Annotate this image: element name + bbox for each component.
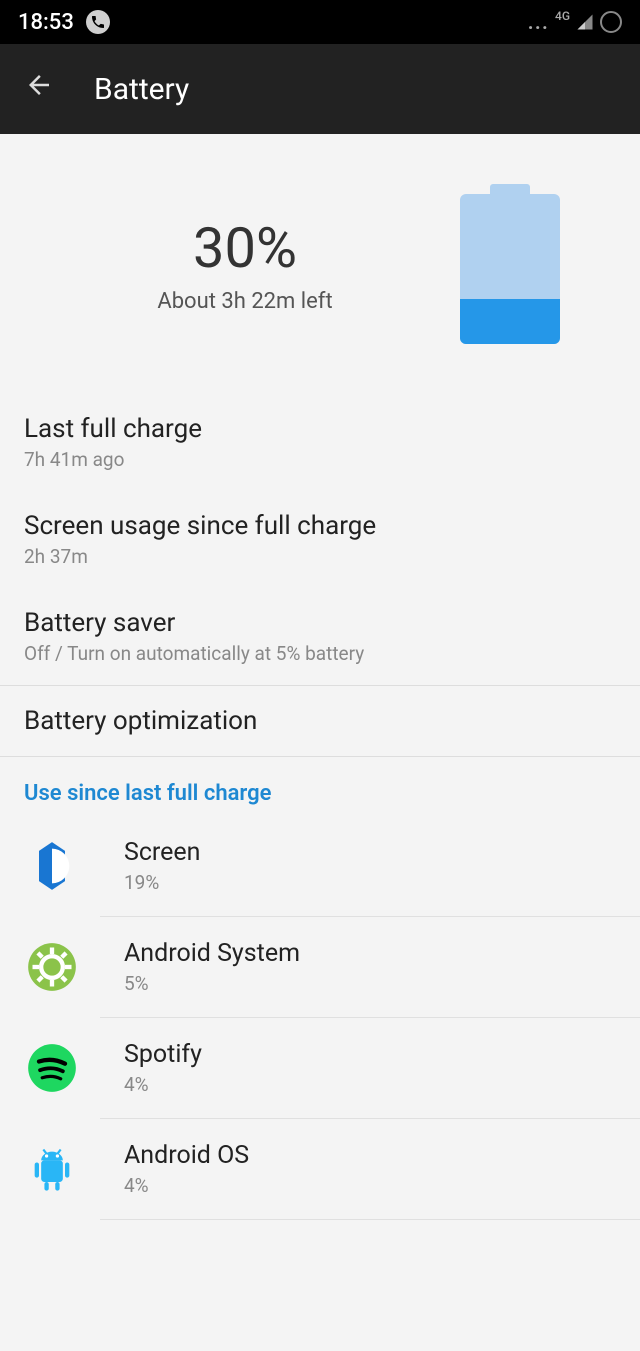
status-bar: 18:53 ... 4G bbox=[0, 0, 640, 44]
usage-percent: 4% bbox=[124, 1174, 249, 1197]
time-remaining: About 3h 22m left bbox=[30, 289, 460, 314]
usage-name: Android OS bbox=[124, 1141, 249, 1170]
usage-item-spotify[interactable]: Spotify 4% bbox=[100, 1018, 640, 1119]
loading-indicator-icon bbox=[600, 11, 622, 33]
android-icon bbox=[24, 1141, 80, 1197]
battery-percentage: 30% bbox=[30, 215, 460, 281]
more-notifications-icon: ... bbox=[528, 10, 549, 35]
usage-item-android-os[interactable]: Android OS 4% bbox=[100, 1119, 640, 1220]
network-type: 4G bbox=[555, 9, 570, 23]
battery-optimization-row[interactable]: Battery optimization bbox=[0, 686, 640, 756]
usage-percent: 19% bbox=[124, 871, 201, 894]
battery-saver-row[interactable]: Battery saver Off / Turn on automaticall… bbox=[0, 588, 640, 685]
row-subtitle: 2h 37m bbox=[24, 545, 616, 568]
usage-percent: 5% bbox=[124, 972, 300, 995]
battery-icon bbox=[460, 184, 560, 344]
row-title: Last full charge bbox=[24, 414, 616, 444]
status-time: 18:53 bbox=[18, 10, 74, 35]
row-subtitle: 7h 41m ago bbox=[24, 448, 616, 471]
app-bar: Battery bbox=[0, 44, 640, 134]
back-button[interactable] bbox=[24, 70, 54, 108]
usage-section-header: Use since last full charge bbox=[0, 757, 640, 816]
usage-list: Screen 19% Android System 5% Spotify 4% bbox=[0, 816, 640, 1220]
system-icon bbox=[24, 939, 80, 995]
screen-usage-row[interactable]: Screen usage since full charge 2h 37m bbox=[0, 491, 640, 588]
usage-name: Spotify bbox=[124, 1040, 202, 1069]
usage-item-android-system[interactable]: Android System 5% bbox=[100, 917, 640, 1018]
whatsapp-notification-icon bbox=[86, 10, 110, 34]
battery-summary: 30% About 3h 22m left bbox=[0, 134, 640, 394]
screen-icon bbox=[24, 838, 80, 894]
row-title: Battery saver bbox=[24, 608, 616, 638]
usage-name: Android System bbox=[124, 939, 300, 968]
spotify-icon bbox=[24, 1040, 80, 1096]
last-full-charge-row[interactable]: Last full charge 7h 41m ago bbox=[0, 394, 640, 491]
row-title: Screen usage since full charge bbox=[24, 511, 616, 541]
usage-name: Screen bbox=[124, 838, 201, 867]
row-subtitle: Off / Turn on automatically at 5% batter… bbox=[24, 642, 616, 665]
page-title: Battery bbox=[94, 72, 189, 107]
usage-item-screen[interactable]: Screen 19% bbox=[100, 816, 640, 917]
signal-icon bbox=[576, 13, 594, 31]
usage-percent: 4% bbox=[124, 1073, 202, 1096]
row-title: Battery optimization bbox=[24, 706, 616, 736]
